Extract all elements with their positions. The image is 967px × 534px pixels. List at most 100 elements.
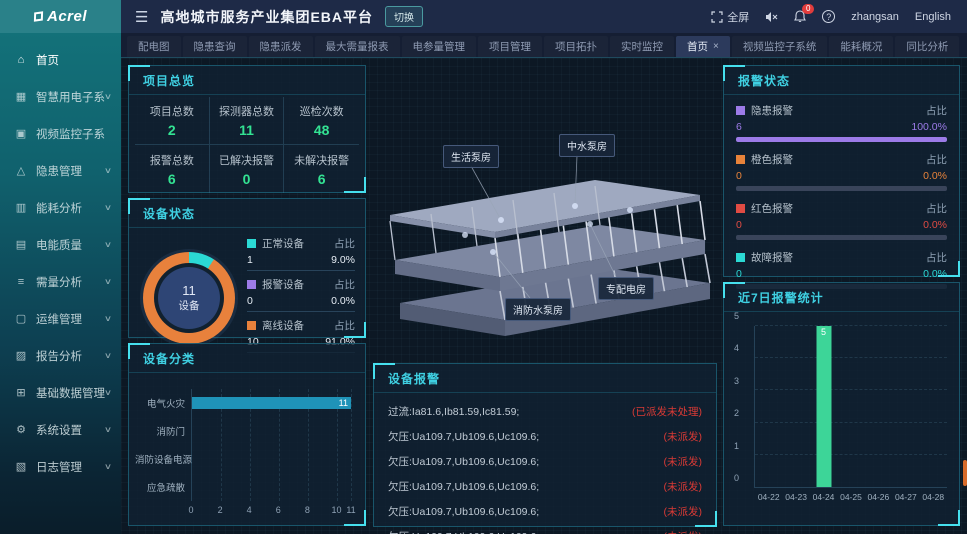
device-status-legend: 正常设备 占比 1 9.0% 报警设备 占比 0 0.0% 离线设备 占比 10… [241,236,355,359]
alarm-dispatch-status: (未派发) [664,504,703,519]
alarm-row[interactable]: 欠压:Ua109.7,Ub109.6,Uc109.6; (未派发) [388,524,702,534]
tab-label: 实时监控 [621,39,663,54]
building-room-label[interactable]: 专配电房 [598,277,654,300]
y-tick-label: 0 [734,473,739,483]
group-count: 0 [736,219,742,231]
sidebar-item-log-mgmt[interactable]: ▧ 日志管理 ∨ [0,448,121,485]
overview-stat: 已解决报警 0 [210,145,285,193]
video-icon: ▣ [14,127,28,140]
sidebar-item-ops-mgmt[interactable]: ▢ 运维管理 ∨ [0,300,121,337]
panel-weekly-alarms: 近7日报警统计 04-2204-23504-2404-2504-2604-270… [723,282,960,526]
overview-stat: 巡检次数 48 [284,97,359,145]
panel-device-status: 设备状态 11 设备 正常设备 占比 1 9.0% [128,198,366,338]
panel-device-category: 设备分类 电气火灾消防门消防设备电源应急疏散 11 024681011 [128,343,366,526]
building-room-label[interactable]: 中水泵房 [559,134,615,157]
alarm-text: 欠压:Ua109.7,Ub109.6,Uc109.6; [388,529,539,534]
tab[interactable]: 视频监控子系统 × [732,36,828,57]
tab[interactable]: 同比分析 × [895,36,959,57]
building-room-label[interactable]: 消防水泵房 [505,298,571,321]
legend-label: 报警设备 [262,277,304,292]
fullscreen-button[interactable]: 全屏 [711,9,749,25]
sidebar-collapse-icon[interactable]: ☰ [135,8,148,26]
scrollbar-thumb[interactable] [963,460,967,486]
y-tick-label: 5 [734,311,739,321]
mute-button[interactable] [765,11,778,23]
tab-label: 项目管理 [489,39,531,54]
sidebar-item-power-quality[interactable]: ▤ 电能质量 ∨ [0,226,121,263]
tab[interactable]: 项目管理 × [478,36,542,57]
bar-row [192,481,351,494]
building-room-label[interactable]: 生活泵房 [443,145,499,168]
energy-icon: ▥ [14,201,28,214]
box-icon: ▢ [14,312,28,325]
stat-label: 探测器总数 [219,103,274,119]
alarm-dispatch-status: (已派发未处理) [632,404,702,419]
sidebar-item-report-analysis[interactable]: ▨ 报告分析 ∨ [0,337,121,374]
tab[interactable]: 项目拓扑 × [544,36,608,57]
alarm-row[interactable]: 欠压:Ua109.7,Ub109.6,Uc109.6; (未派发) [388,474,702,499]
user-menu[interactable]: zhangsan [851,11,899,23]
sidebar-item-label: 系统设置 [36,422,105,438]
tab[interactable]: 隐患查询 × [183,36,247,57]
tab[interactable]: 隐患派发 × [249,36,313,57]
tab[interactable]: 能耗概况 × [829,36,893,57]
sidebar-item-energy-analysis[interactable]: ▥ 能耗分析 ∨ [0,189,121,226]
notifications-button[interactable]: 0 [794,10,806,23]
bar-slot: 04-22 [755,326,782,487]
x-tick-label: 04-27 [895,492,917,502]
y-tick-label: 2 [734,408,739,418]
y-tick-label: 4 [734,343,739,353]
log-icon: ▧ [14,460,28,473]
sidebar-item-label: 隐患管理 [36,163,105,179]
acrel-logo[interactable]: Acrel [0,0,121,33]
tab[interactable]: 最大需量报表 × [315,36,400,57]
sidebar-item-video-monitor[interactable]: ▣ 视频监控子系统 ∨ [0,115,121,152]
tab[interactable]: 配电图 × [127,36,181,57]
language-switch[interactable]: English [915,11,951,23]
category-label: 电气火灾 [135,396,191,410]
switch-project-button[interactable]: 切换 [385,6,423,27]
alarm-text: 欠压:Ua109.7,Ub109.6,Uc109.6; [388,504,539,519]
overview-stat: 项目总数 2 [135,97,210,145]
divider [247,270,355,271]
legend-count: 0 [247,295,253,307]
acrel-logo-text: Acrel [47,8,87,25]
x-tick-label: 4 [247,505,252,515]
alarm-text: 欠压:Ua109.7,Ub109.6,Uc109.6; [388,454,539,469]
tab-label: 首页 [687,39,708,54]
tab[interactable]: 首页 × [676,36,730,57]
category-label: 消防设备电源 [135,452,191,466]
sidebar-item-base-data[interactable]: ⊞ 基础数据管理 ∨ [0,374,121,411]
help-button[interactable]: ? [822,10,835,23]
chevron-down-icon: ∨ [104,203,112,212]
panel-title: 报警状态 [724,66,959,95]
category-label: 应急疏散 [135,480,191,494]
tab[interactable]: 实时监控 × [610,36,674,57]
alarm-row[interactable]: 过流:Ia81.6,Ib81.59,Ic81.59; (已派发未处理) [388,399,702,424]
speaker-muted-icon [765,11,778,23]
sidebar-item-label: 智慧用电子系统 [36,89,105,105]
tab[interactable]: 电参量管理 × [402,36,477,57]
sidebar-item-home[interactable]: ⌂ 首页 ∨ [0,41,121,78]
legend-color-swatch [736,253,745,262]
sidebar-item-smart-power[interactable]: ▦ 智慧用电子系统 ∨ [0,78,121,115]
donut-center-value: 11 [182,283,196,298]
legend-count: 1 [247,254,253,266]
sidebar-item-demand-analysis[interactable]: ≡ 需量分析 ∨ [0,263,121,300]
alarm-row[interactable]: 欠压:Ua109.7,Ub109.6,Uc109.6; (未派发) [388,424,702,449]
fullscreen-label: 全屏 [727,9,749,25]
bar-slot: 04-27 [892,326,919,487]
alarm-row[interactable]: 欠压:Ua109.7,Ub109.6,Uc109.6; (未派发) [388,449,702,474]
bar-slot: 04-26 [865,326,892,487]
legend-percent: 0.0% [331,295,355,307]
building-3d-view[interactable]: 生活泵房 中水泵房专配电房消防水泵房 [370,60,720,360]
alarm-text: 欠压:Ua109.7,Ub109.6,Uc109.6; [388,429,539,444]
notification-badge: 0 [802,4,814,14]
sidebar-item-system-settings[interactable]: ⚙ 系统设置 ∨ [0,411,121,448]
acrel-logo-icon [34,11,43,21]
sidebar-item-hazard-mgmt[interactable]: △ 隐患管理 ∨ [0,152,121,189]
ratio-label: 占比 [334,277,355,292]
tab-close-icon[interactable]: × [713,41,719,52]
sidebar-item-label: 日志管理 [36,459,105,475]
alarm-row[interactable]: 欠压:Ua109.7,Ub109.6,Uc109.6; (未派发) [388,499,702,524]
